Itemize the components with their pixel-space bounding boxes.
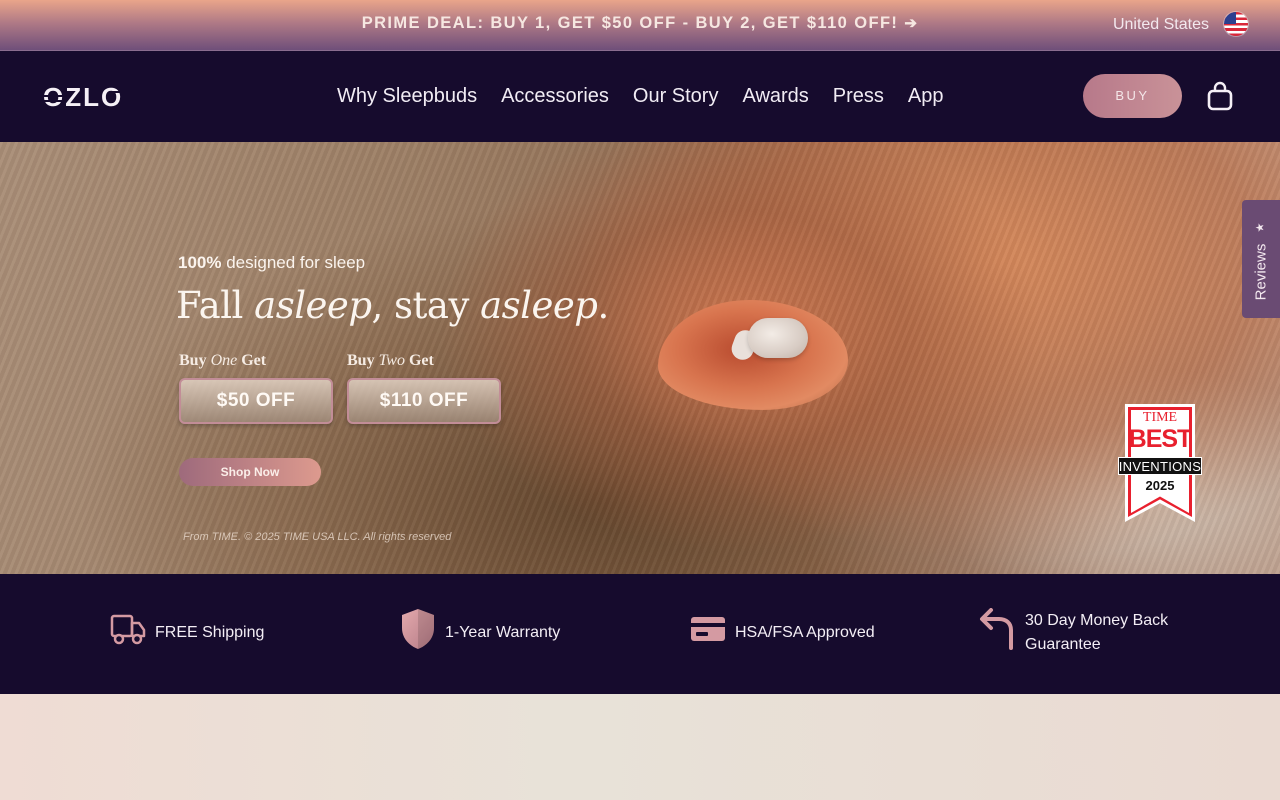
badge-inventions-text: INVENTIONS	[1118, 459, 1202, 474]
feature-warranty: 1-Year Warranty	[398, 574, 638, 694]
country-selector[interactable]: United States	[1113, 16, 1209, 34]
nav-press[interactable]: Press	[833, 85, 884, 108]
ozlo-logo[interactable]: OZLO	[43, 82, 135, 114]
feature-money-back: 30 Day Money Back Guarantee	[978, 574, 1228, 694]
feature-text: 1-Year Warranty	[445, 624, 561, 641]
nav-accessories[interactable]: Accessories	[501, 85, 609, 108]
features-strip: FREE Shipping 1-Year Warranty HSA/FSA Ap…	[0, 574, 1280, 694]
us-flag-icon[interactable]	[1224, 12, 1248, 36]
credit-card-icon	[690, 615, 726, 648]
feature-text: 30 Day Money Back Guarantee	[1025, 612, 1169, 653]
buy-button[interactable]: BUY	[1083, 74, 1182, 118]
next-section-background	[0, 694, 1280, 800]
nav-why-sleepbuds[interactable]: Why Sleepbuds	[337, 85, 477, 108]
feature-text: HSA/FSA Approved	[735, 624, 875, 641]
sleepbud-earbud-image	[748, 318, 808, 358]
nav-our-story[interactable]: Our Story	[633, 85, 719, 108]
shield-icon	[400, 608, 436, 655]
reviews-tab-label: Reviews	[1252, 243, 1270, 301]
main-nav: Why Sleepbuds Accessories Our Story Awar…	[337, 85, 944, 108]
shop-now-button[interactable]: Shop Now	[179, 458, 321, 486]
feature-hsa-fsa: HSA/FSA Approved	[688, 574, 948, 694]
nav-app[interactable]: App	[908, 85, 944, 108]
offer-one-amount: $50 OFF	[179, 378, 333, 424]
badge-year-text: 2025	[1145, 478, 1175, 493]
time-best-inventions-badge: TIME BEST INVENTIONS 2025	[1118, 404, 1202, 524]
feature-free-shipping: FREE Shipping	[108, 574, 348, 694]
announcement-bar: PRIME DEAL: BUY 1, GET $50 OFF - BUY 2, …	[0, 0, 1280, 51]
return-arrow-icon	[978, 608, 1016, 655]
offer-two-amount: $110 OFF	[347, 378, 501, 424]
reviews-tab[interactable]: ★ Reviews	[1242, 200, 1280, 318]
feature-text: FREE Shipping	[155, 624, 265, 641]
hero-banner: 100% designed for sleep Fall asleep, sta…	[0, 142, 1280, 574]
arrow-right-icon: ➔	[904, 15, 919, 32]
hero-eyebrow: 100% designed for sleep	[178, 253, 366, 272]
offer-two-label: Buy Two Get	[347, 352, 434, 369]
deal-text: PRIME DEAL: BUY 1, GET $50 OFF - BUY 2, …	[361, 14, 899, 32]
offer-one-label: Buy One Get	[179, 352, 267, 369]
site-header: OZLO Why Sleepbuds Accessories Our Story…	[0, 51, 1280, 142]
badge-best-text: BEST	[1128, 425, 1193, 453]
hero-title: Fall asleep, stay asleep.	[176, 284, 609, 327]
deal-banner-link[interactable]: PRIME DEAL: BUY 1, GET $50 OFF - BUY 2, …	[0, 14, 1280, 33]
badge-time-text: TIME	[1142, 410, 1178, 425]
star-icon: ★	[1254, 222, 1267, 233]
copyright-note: From TIME. © 2025 TIME USA LLC. All righ…	[183, 531, 452, 543]
truck-icon	[110, 612, 146, 651]
shopping-bag-icon[interactable]	[1206, 81, 1234, 111]
nav-awards[interactable]: Awards	[742, 85, 808, 108]
